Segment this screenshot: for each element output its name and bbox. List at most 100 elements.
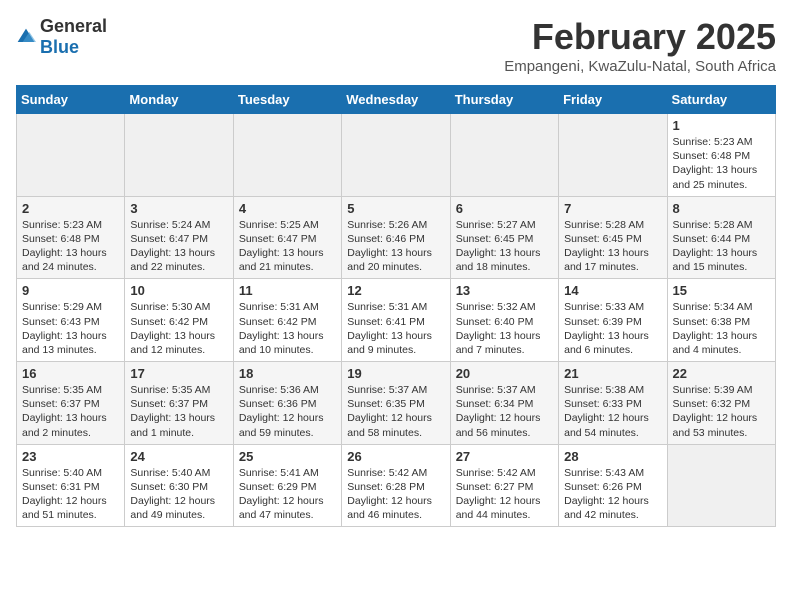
day-number: 13	[456, 283, 553, 298]
logo-icon	[16, 27, 36, 47]
day-number: 22	[673, 366, 770, 381]
calendar-cell	[450, 114, 558, 197]
calendar-cell: 17Sunrise: 5:35 AM Sunset: 6:37 PM Dayli…	[125, 362, 233, 445]
day-info: Sunrise: 5:27 AM Sunset: 6:45 PM Dayligh…	[456, 218, 553, 275]
day-info: Sunrise: 5:37 AM Sunset: 6:35 PM Dayligh…	[347, 383, 444, 440]
week-row-3: 9Sunrise: 5:29 AM Sunset: 6:43 PM Daylig…	[17, 279, 776, 362]
calendar-cell	[233, 114, 341, 197]
day-number: 23	[22, 449, 119, 464]
day-number: 21	[564, 366, 661, 381]
calendar-cell: 12 Sunrise: 5:31 AM Sunset: 6:41 PM Dayli…	[342, 279, 450, 362]
location-subtitle: Empangeni, KwaZulu-Natal, South Africa	[504, 58, 776, 75]
day-number: 18	[239, 366, 336, 381]
day-info: Sunrise: 5:32 AM Sunset: 6:40 PM Dayligh…	[456, 300, 553, 357]
day-number: 2	[22, 201, 119, 216]
week-row-1: 1 Sunrise: 5:23 AM Sunset: 6:48 PM Daylig…	[17, 114, 776, 197]
calendar-cell: 8 Sunrise: 5:28 AM Sunset: 6:44 PM Daylig…	[667, 196, 775, 279]
calendar-cell	[342, 114, 450, 197]
day-number: 6	[456, 201, 553, 216]
calendar-cell: 23Sunrise: 5:40 AM Sunset: 6:31 PM Dayli…	[17, 444, 125, 527]
weekday-header-friday: Friday	[559, 86, 667, 114]
logo-blue: Blue	[40, 37, 79, 57]
day-info: Sunrise: 5:31 AM Sunset: 6:42 PM Dayligh…	[239, 300, 336, 357]
day-info: Sunrise: 5:28 AM Sunset: 6:44 PM Dayligh…	[673, 218, 770, 275]
calendar-cell: 5Sunrise: 5:26 AM Sunset: 6:46 PM Daylig…	[342, 196, 450, 279]
day-number: 3	[130, 201, 227, 216]
day-info: Sunrise: 5:29 AM Sunset: 6:43 PM Dayligh…	[22, 300, 119, 357]
day-info: Sunrise: 5:31 AM Sunset: 6:41 PM Dayligh…	[347, 300, 444, 357]
calendar-cell: 14 Sunrise: 5:33 AM Sunset: 6:39 PM Dayli…	[559, 279, 667, 362]
day-number: 26	[347, 449, 444, 464]
day-info: Sunrise: 5:37 AM Sunset: 6:34 PM Dayligh…	[456, 383, 553, 440]
day-number: 5	[347, 201, 444, 216]
day-number: 14	[564, 283, 661, 298]
day-info: Sunrise: 5:35 AM Sunset: 6:37 PM Dayligh…	[22, 383, 119, 440]
calendar-cell: 27 Sunrise: 5:42 AM Sunset: 6:27 PM Dayli…	[450, 444, 558, 527]
day-number: 19	[347, 366, 444, 381]
calendar-cell: 7Sunrise: 5:28 AM Sunset: 6:45 PM Daylig…	[559, 196, 667, 279]
day-number: 20	[456, 366, 553, 381]
calendar-cell	[125, 114, 233, 197]
calendar-cell: 13 Sunrise: 5:32 AM Sunset: 6:40 PM Dayli…	[450, 279, 558, 362]
calendar-cell: 18 Sunrise: 5:36 AM Sunset: 6:36 PM Dayli…	[233, 362, 341, 445]
day-info: Sunrise: 5:30 AM Sunset: 6:42 PM Dayligh…	[130, 300, 227, 357]
day-info: Sunrise: 5:24 AM Sunset: 6:47 PM Dayligh…	[130, 218, 227, 275]
day-number: 11	[239, 283, 336, 298]
day-info: Sunrise: 5:40 AM Sunset: 6:30 PM Dayligh…	[130, 466, 227, 523]
day-info: Sunrise: 5:41 AM Sunset: 6:29 PM Dayligh…	[239, 466, 336, 523]
day-info: Sunrise: 5:39 AM Sunset: 6:32 PM Dayligh…	[673, 383, 770, 440]
month-title: February 2025	[504, 16, 776, 58]
title-area: February 2025 Empangeni, KwaZulu-Natal, …	[504, 16, 776, 75]
calendar-cell: 1 Sunrise: 5:23 AM Sunset: 6:48 PM Daylig…	[667, 114, 775, 197]
week-row-4: 16 Sunrise: 5:35 AM Sunset: 6:37 PM Dayli…	[17, 362, 776, 445]
calendar-cell: 24Sunrise: 5:40 AM Sunset: 6:30 PM Dayli…	[125, 444, 233, 527]
weekday-header-saturday: Saturday	[667, 86, 775, 114]
day-number: 7	[564, 201, 661, 216]
day-number: 12	[347, 283, 444, 298]
week-row-2: 2Sunrise: 5:23 AM Sunset: 6:48 PM Daylig…	[17, 196, 776, 279]
calendar-cell: 22 Sunrise: 5:39 AM Sunset: 6:32 PM Dayli…	[667, 362, 775, 445]
calendar-cell: 21Sunrise: 5:38 AM Sunset: 6:33 PM Dayli…	[559, 362, 667, 445]
day-number: 1	[673, 118, 770, 133]
day-info: Sunrise: 5:23 AM Sunset: 6:48 PM Dayligh…	[673, 135, 770, 192]
calendar-cell: 4 Sunrise: 5:25 AM Sunset: 6:47 PM Daylig…	[233, 196, 341, 279]
weekday-header-row: SundayMondayTuesdayWednesdayThursdayFrid…	[17, 86, 776, 114]
calendar-cell: 15 Sunrise: 5:34 AM Sunset: 6:38 PM Dayli…	[667, 279, 775, 362]
day-number: 15	[673, 283, 770, 298]
week-row-5: 23Sunrise: 5:40 AM Sunset: 6:31 PM Dayli…	[17, 444, 776, 527]
calendar-cell: 25 Sunrise: 5:41 AM Sunset: 6:29 PM Dayli…	[233, 444, 341, 527]
day-info: Sunrise: 5:34 AM Sunset: 6:38 PM Dayligh…	[673, 300, 770, 357]
day-info: Sunrise: 5:42 AM Sunset: 6:28 PM Dayligh…	[347, 466, 444, 523]
header: General Blue February 2025 Empangeni, Kw…	[16, 16, 776, 75]
calendar-cell	[17, 114, 125, 197]
calendar-cell: 2Sunrise: 5:23 AM Sunset: 6:48 PM Daylig…	[17, 196, 125, 279]
day-info: Sunrise: 5:42 AM Sunset: 6:27 PM Dayligh…	[456, 466, 553, 523]
day-info: Sunrise: 5:25 AM Sunset: 6:47 PM Dayligh…	[239, 218, 336, 275]
calendar-cell: 16 Sunrise: 5:35 AM Sunset: 6:37 PM Dayli…	[17, 362, 125, 445]
day-number: 4	[239, 201, 336, 216]
calendar-cell: 11 Sunrise: 5:31 AM Sunset: 6:42 PM Dayli…	[233, 279, 341, 362]
calendar-cell: 20 Sunrise: 5:37 AM Sunset: 6:34 PM Dayli…	[450, 362, 558, 445]
calendar-cell	[667, 444, 775, 527]
day-number: 27	[456, 449, 553, 464]
day-info: Sunrise: 5:43 AM Sunset: 6:26 PM Dayligh…	[564, 466, 661, 523]
logo: General Blue	[16, 16, 107, 58]
day-number: 8	[673, 201, 770, 216]
calendar-cell: 19 Sunrise: 5:37 AM Sunset: 6:35 PM Dayli…	[342, 362, 450, 445]
day-number: 16	[22, 366, 119, 381]
calendar-cell: 9Sunrise: 5:29 AM Sunset: 6:43 PM Daylig…	[17, 279, 125, 362]
day-info: Sunrise: 5:36 AM Sunset: 6:36 PM Dayligh…	[239, 383, 336, 440]
day-number: 10	[130, 283, 227, 298]
calendar-table: SundayMondayTuesdayWednesdayThursdayFrid…	[16, 85, 776, 527]
day-info: Sunrise: 5:33 AM Sunset: 6:39 PM Dayligh…	[564, 300, 661, 357]
weekday-header-thursday: Thursday	[450, 86, 558, 114]
calendar-cell: 3 Sunrise: 5:24 AM Sunset: 6:47 PM Daylig…	[125, 196, 233, 279]
logo-general: General	[40, 16, 107, 36]
day-number: 25	[239, 449, 336, 464]
calendar-cell: 28Sunrise: 5:43 AM Sunset: 6:26 PM Dayli…	[559, 444, 667, 527]
weekday-header-wednesday: Wednesday	[342, 86, 450, 114]
weekday-header-sunday: Sunday	[17, 86, 125, 114]
day-info: Sunrise: 5:35 AM Sunset: 6:37 PM Dayligh…	[130, 383, 227, 440]
calendar-cell: 6 Sunrise: 5:27 AM Sunset: 6:45 PM Daylig…	[450, 196, 558, 279]
calendar-cell	[559, 114, 667, 197]
